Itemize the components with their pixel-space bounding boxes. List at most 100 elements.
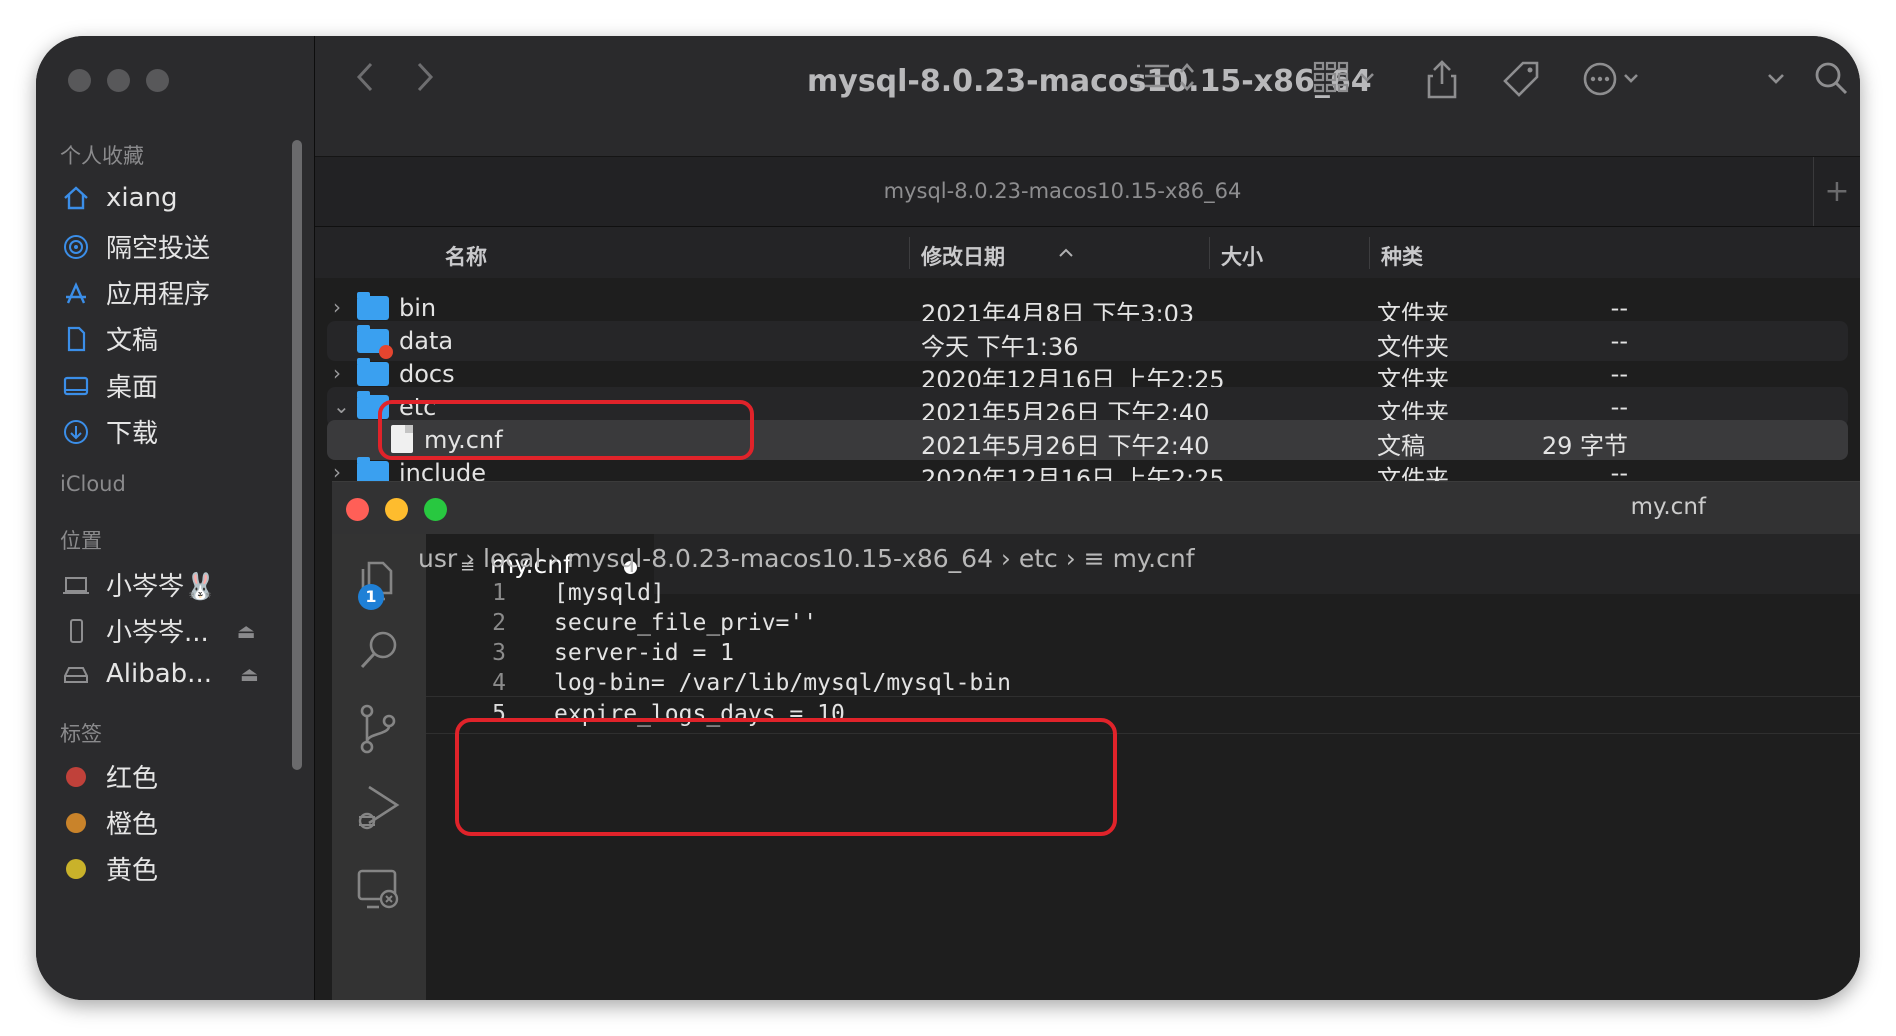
sidebar-item-downloads[interactable]: 下载 — [60, 413, 158, 450]
file-size: -- — [1610, 327, 1628, 355]
more-actions-icon[interactable] — [1583, 60, 1647, 106]
group-icon[interactable] — [1313, 60, 1385, 104]
window-title: mysql-8.0.23-macos10.15-x86_64 — [807, 64, 1372, 99]
line-text: secure_file_priv='' — [554, 610, 818, 636]
line-number: 1 — [492, 580, 506, 606]
tag-dot-icon — [66, 858, 86, 879]
drive-icon — [60, 658, 92, 690]
sidebar-item-label: 黄色 — [106, 856, 159, 886]
column-kind[interactable]: 种类 — [1381, 241, 1423, 271]
chevron-right-icon[interactable]: › — [333, 361, 351, 385]
editor-window-controls — [346, 498, 447, 521]
source-control-icon[interactable] — [354, 704, 404, 754]
sidebar-item-computer[interactable]: 小岑岑🐰 — [60, 566, 216, 603]
column-header: 名称 修改日期 大小 种类 — [315, 226, 1860, 280]
sidebar-item-label: 应用程序 — [106, 280, 211, 310]
search-icon[interactable] — [354, 626, 404, 676]
tab-current-folder[interactable]: mysql-8.0.23-macos10.15-x86_64 — [315, 179, 1810, 203]
line-text: server-id = 1 — [554, 640, 735, 666]
editor-title-bar: my.cnf — [332, 482, 1860, 534]
sidebar-section-favorites: 个人收藏 — [60, 144, 144, 168]
list-view-icon[interactable] — [1135, 60, 1199, 104]
finder-toolbar: mysql-8.0.23-macos10.15-x86_64 — [315, 36, 1860, 156]
sidebar-item-label: 橙色 — [106, 810, 159, 840]
tag-dot-icon — [66, 766, 86, 787]
sidebar-item-label: Alibab... — [106, 659, 212, 689]
sidebar-scrollbar[interactable] — [292, 140, 302, 770]
sidebar-item-label: 文稿 — [106, 326, 159, 356]
chevron-right-icon[interactable]: › — [333, 295, 351, 319]
sort-ascending-icon[interactable] — [1057, 237, 1075, 272]
finder-window: 个人收藏 xiang 隔空投送 应用程序 文稿 桌面 下载 iCloud 位置 — [36, 36, 1860, 1000]
chevron-down-icon[interactable]: ⌄ — [333, 394, 351, 418]
tag-icon[interactable] — [1501, 60, 1541, 108]
remote-explorer-icon[interactable] — [354, 864, 404, 914]
applications-icon — [60, 277, 92, 309]
column-name[interactable]: 名称 — [445, 241, 487, 271]
sidebar-section-icloud: iCloud — [60, 472, 126, 496]
column-size[interactable]: 大小 — [1221, 241, 1263, 271]
desktop-icon — [60, 370, 92, 402]
close-window-button[interactable] — [68, 69, 91, 92]
sidebar-section-tags: 标签 — [60, 722, 102, 746]
sidebar-item-label: 下载 — [106, 419, 159, 449]
editor-window-title: my.cnf — [1630, 494, 1706, 520]
highlight-box-code — [455, 718, 1117, 836]
file-name: docs — [399, 360, 455, 388]
file-name: data — [399, 327, 454, 355]
sidebar-item-label: 小岑岑🐰 — [106, 572, 217, 602]
phone-icon — [60, 615, 92, 647]
eject-icon[interactable]: ⏏ — [240, 662, 259, 686]
sidebar-item-drive[interactable]: Alibab... ⏏ — [60, 658, 259, 690]
minimize-window-button[interactable] — [385, 498, 408, 521]
file-size: -- — [1610, 360, 1628, 388]
explorer-badge: 1 — [358, 584, 384, 610]
file-size: -- — [1610, 294, 1628, 322]
zoom-window-button[interactable] — [424, 498, 447, 521]
line-number: 2 — [492, 610, 506, 636]
sidebar-item-phone[interactable]: 小岑岑... ⏏ — [60, 612, 256, 649]
minimize-window-button[interactable] — [107, 69, 130, 92]
home-icon — [60, 182, 92, 214]
sidebar-item-label: 小岑岑... — [106, 618, 209, 648]
highlight-box-file — [378, 400, 754, 460]
sidebar-item-label: 桌面 — [106, 373, 159, 403]
sidebar-section-locations: 位置 — [60, 529, 102, 553]
line-number: 3 — [492, 640, 506, 666]
file-name: bin — [399, 294, 437, 322]
zoom-window-button[interactable] — [146, 69, 169, 92]
chevron-down-icon[interactable] — [1765, 60, 1787, 104]
sidebar-tag-red[interactable]: 红色 — [60, 758, 158, 795]
download-icon — [60, 416, 92, 448]
sidebar-item-applications[interactable]: 应用程序 — [60, 274, 210, 311]
forward-icon[interactable] — [413, 60, 437, 102]
share-icon[interactable] — [1425, 60, 1459, 108]
laptop-icon — [60, 569, 92, 601]
folder-icon — [357, 358, 389, 386]
finder-tab-bar: mysql-8.0.23-macos10.15-x86_64 + — [315, 156, 1860, 227]
sidebar-item-desktop[interactable]: 桌面 — [60, 367, 158, 404]
sidebar-item-label: 隔空投送 — [106, 234, 211, 264]
file-size: -- — [1610, 393, 1628, 421]
window-controls — [68, 69, 169, 92]
sidebar-tag-yellow[interactable]: 黄色 — [60, 850, 158, 887]
sidebar-item-home[interactable]: xiang — [60, 182, 178, 214]
new-tab-button[interactable]: + — [1813, 157, 1860, 227]
search-icon[interactable] — [1813, 60, 1849, 106]
sidebar-item-airdrop[interactable]: 隔空投送 — [60, 228, 210, 265]
line-text: [mysqld] — [554, 580, 665, 606]
back-icon[interactable] — [353, 60, 377, 102]
sidebar-tag-orange[interactable]: 橙色 — [60, 804, 158, 841]
run-debug-icon[interactable] — [354, 782, 404, 832]
breadcrumb[interactable]: usr › local › mysql-8.0.23-macos10.15-x8… — [418, 544, 1195, 573]
document-icon — [60, 323, 92, 355]
sidebar-item-label: 红色 — [106, 764, 159, 794]
folder-icon — [357, 292, 389, 320]
column-date[interactable]: 修改日期 — [921, 241, 1005, 271]
tag-dot-icon — [66, 812, 86, 833]
line-text: log-bin= /var/lib/mysql/mysql-bin — [554, 670, 1011, 696]
eject-icon[interactable]: ⏏ — [237, 619, 256, 643]
line-number: 4 — [492, 670, 506, 696]
close-window-button[interactable] — [346, 498, 369, 521]
sidebar-item-documents[interactable]: 文稿 — [60, 320, 158, 357]
